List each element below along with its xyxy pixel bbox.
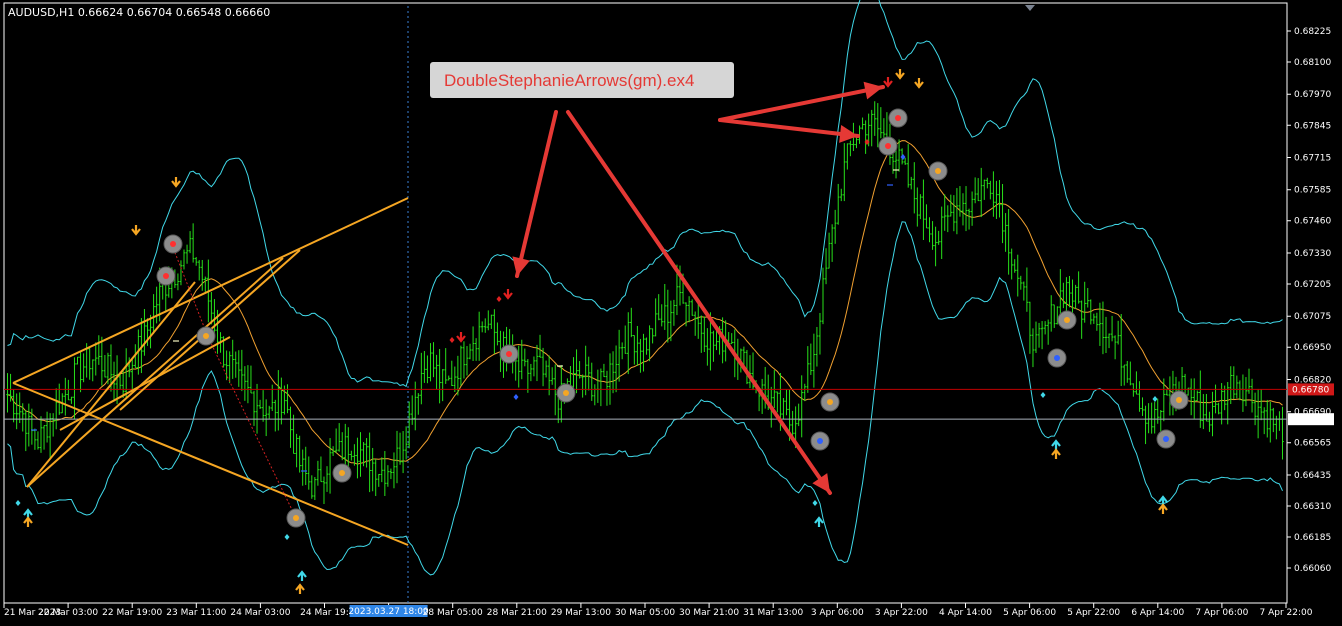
signal-circle-icon-dot	[827, 399, 833, 405]
signal-circle-icon-dot	[935, 168, 941, 174]
y-tick-label: 0.67845	[1294, 121, 1331, 131]
signal-circle-icon-dot	[1176, 397, 1182, 403]
x-tick-label: 3 Apr 22:00	[875, 608, 928, 618]
x-tick-label: 22 Mar 19:00	[102, 608, 162, 618]
x-tick-label: 2023.03.27 18:00	[348, 607, 429, 617]
signal-circle-icon-dot	[163, 273, 169, 279]
signal-circle-icon-dot	[293, 515, 299, 521]
y-tick-label: 0.68100	[1294, 58, 1331, 68]
x-tick-label: 4 Apr 14:00	[939, 608, 992, 618]
x-tick-label: 23 Mar 11:00	[166, 608, 226, 618]
x-tick-label: 5 Apr 06:00	[1003, 608, 1056, 618]
signal-circle-icon-dot	[895, 115, 901, 121]
signal-circle-icon-dot	[1064, 317, 1070, 323]
signal-circle-icon-dot	[1163, 436, 1169, 442]
x-tick-label: 7 Apr 06:00	[1195, 608, 1248, 618]
x-tick-label: 5 Apr 22:00	[1067, 608, 1120, 618]
x-tick-label: 6 Apr 14:00	[1131, 608, 1184, 618]
price-tag-label: 0.66780	[1292, 385, 1329, 395]
signal-circle-icon-dot	[817, 438, 823, 444]
symbol-info: AUDUSD,H1 0.66624 0.66704 0.66548 0.6666…	[8, 6, 270, 19]
x-tick-label: 30 Mar 21:00	[679, 608, 739, 618]
x-tick-label: 28 Mar 21:00	[487, 608, 547, 618]
signal-circle-icon-dot	[1054, 355, 1060, 361]
x-tick-label: 29 Mar 13:00	[551, 608, 611, 618]
x-tick-label: 3 Apr 06:00	[811, 608, 864, 618]
price-tag-label: 0.66660	[1292, 415, 1329, 425]
x-tick-label: 24 Mar 19:	[300, 608, 349, 618]
y-tick-label: 0.66060	[1294, 564, 1331, 574]
signal-circle-icon-dot	[506, 351, 512, 357]
y-tick-label: 0.67970	[1294, 90, 1331, 100]
y-tick-label: 0.66310	[1294, 502, 1331, 512]
x-tick-label: 7 Apr 22:00	[1260, 608, 1313, 618]
y-tick-label: 0.67460	[1294, 217, 1331, 227]
y-tick-label: 0.67715	[1294, 153, 1331, 163]
price-chart[interactable]: DoubleStephanieArrows(gm).ex4 AUDUSD,H1 …	[0, 0, 1342, 626]
y-tick-label: 0.66950	[1294, 343, 1331, 353]
y-tick-label: 0.66435	[1294, 471, 1331, 481]
y-tick-label: 0.67205	[1294, 280, 1331, 290]
y-tick-label: 0.68225	[1294, 27, 1331, 37]
y-tick-label: 0.67075	[1294, 312, 1331, 322]
signal-circle-icon-dot	[563, 390, 569, 396]
signal-circle-icon-dot	[339, 470, 345, 476]
signal-circle-icon-dot	[885, 143, 891, 149]
y-tick-label: 0.67330	[1294, 249, 1331, 259]
x-tick-label: 28 Mar 05:00	[423, 608, 483, 618]
y-tick-label: 0.67585	[1294, 186, 1331, 196]
x-tick-label: 30 Mar 05:00	[615, 608, 675, 618]
y-tick-label: 0.66185	[1294, 533, 1331, 543]
x-tick-label: 31 Mar 13:00	[743, 608, 803, 618]
x-tick-label: 22 Mar 03:00	[38, 608, 98, 618]
signal-circle-icon-dot	[170, 241, 176, 247]
signal-circle-icon-dot	[203, 333, 209, 339]
x-tick-label: 24 Mar 03:00	[230, 608, 290, 618]
annotation-label: DoubleStephanieArrows(gm).ex4	[444, 71, 694, 90]
y-tick-label: 0.66565	[1294, 439, 1331, 449]
indicator-annotation: DoubleStephanieArrows(gm).ex4	[430, 62, 734, 98]
